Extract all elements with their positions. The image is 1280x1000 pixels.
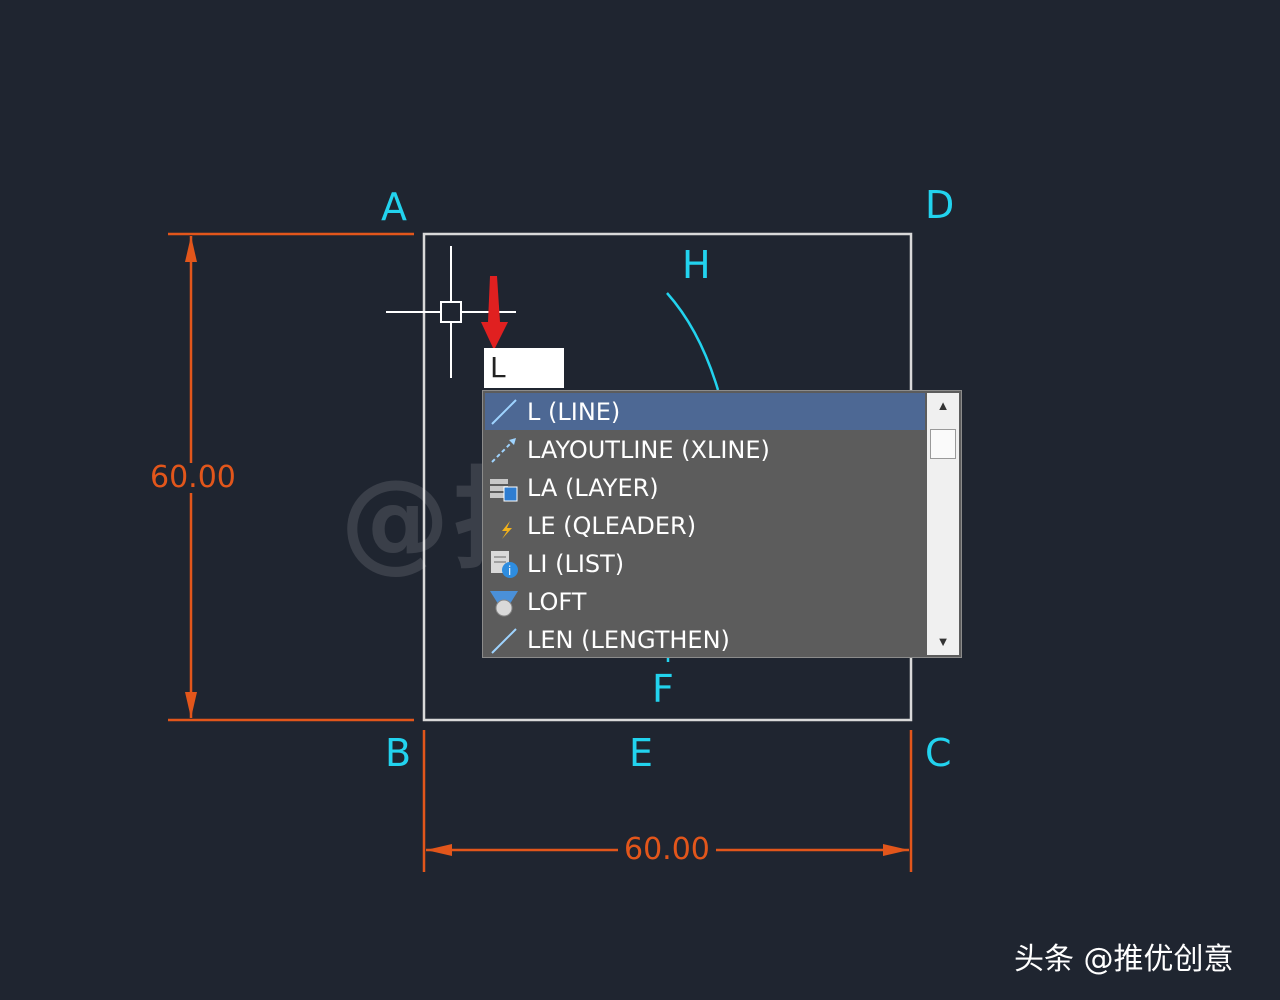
- autocomplete-item-label: LEN (LENGTHEN): [527, 625, 730, 654]
- autocomplete-item-layer[interactable]: LA (LAYER): [485, 469, 925, 506]
- autocomplete-item-label: LAYOUTLINE (XLINE): [527, 435, 770, 464]
- command-autocomplete-list[interactable]: L (LINE) LAYOUTLINE (XLINE) LA (LAYER) L…: [482, 390, 962, 658]
- autocomplete-item-label: LA (LAYER): [527, 473, 659, 502]
- layer-icon: [485, 471, 523, 505]
- autocomplete-item-label: LE (QLEADER): [527, 511, 697, 540]
- point-label-a: A: [381, 185, 407, 229]
- loft-icon: [485, 585, 523, 619]
- point-label-e: E: [629, 731, 654, 775]
- autocomplete-item-line[interactable]: L (LINE): [485, 393, 925, 430]
- qleader-icon: [485, 509, 523, 543]
- dim-arrow-up: [185, 236, 197, 262]
- autocomplete-item-list[interactable]: i LI (LIST): [485, 545, 925, 582]
- line-icon: [485, 395, 523, 429]
- autocomplete-item-xline[interactable]: LAYOUTLINE (XLINE): [485, 431, 925, 468]
- point-label-f: F: [652, 667, 674, 711]
- autocomplete-item-label: L (LINE): [527, 397, 621, 426]
- point-label-c: C: [925, 731, 952, 775]
- point-label-d: D: [925, 183, 955, 227]
- scrollbar-thumb[interactable]: [930, 429, 956, 459]
- list-icon: i: [485, 547, 523, 581]
- autocomplete-item-qleader[interactable]: LE (QLEADER): [485, 507, 925, 544]
- dim-arrow-down: [185, 692, 197, 718]
- command-input[interactable]: L: [484, 348, 564, 388]
- scroll-down-arrow-icon[interactable]: ▼: [927, 629, 959, 655]
- source-credit: 头条 @推优创意: [1014, 942, 1234, 977]
- xline-icon: [485, 433, 523, 467]
- dim-arrow-right: [883, 844, 909, 856]
- autocomplete-item-loft[interactable]: LOFT: [485, 583, 925, 620]
- dim-arrow-left: [426, 844, 452, 856]
- lengthen-icon: [485, 623, 523, 657]
- autocomplete-scrollbar[interactable]: ▲ ▼: [927, 393, 959, 655]
- autocomplete-item-lengthen[interactable]: LEN (LENGTHEN): [485, 621, 925, 658]
- svg-text:i: i: [508, 564, 511, 578]
- autocomplete-item-label: LI (LIST): [527, 549, 625, 578]
- autocomplete-item-label: LOFT: [527, 587, 587, 616]
- scroll-up-arrow-icon[interactable]: ▲: [927, 393, 959, 419]
- point-label-b: B: [385, 731, 412, 775]
- dimension-text-vertical: 60.00: [144, 463, 242, 493]
- arc-h: [666, 292, 720, 391]
- point-label-h: H: [682, 243, 711, 287]
- dimension-text-horizontal: 60.00: [618, 835, 716, 865]
